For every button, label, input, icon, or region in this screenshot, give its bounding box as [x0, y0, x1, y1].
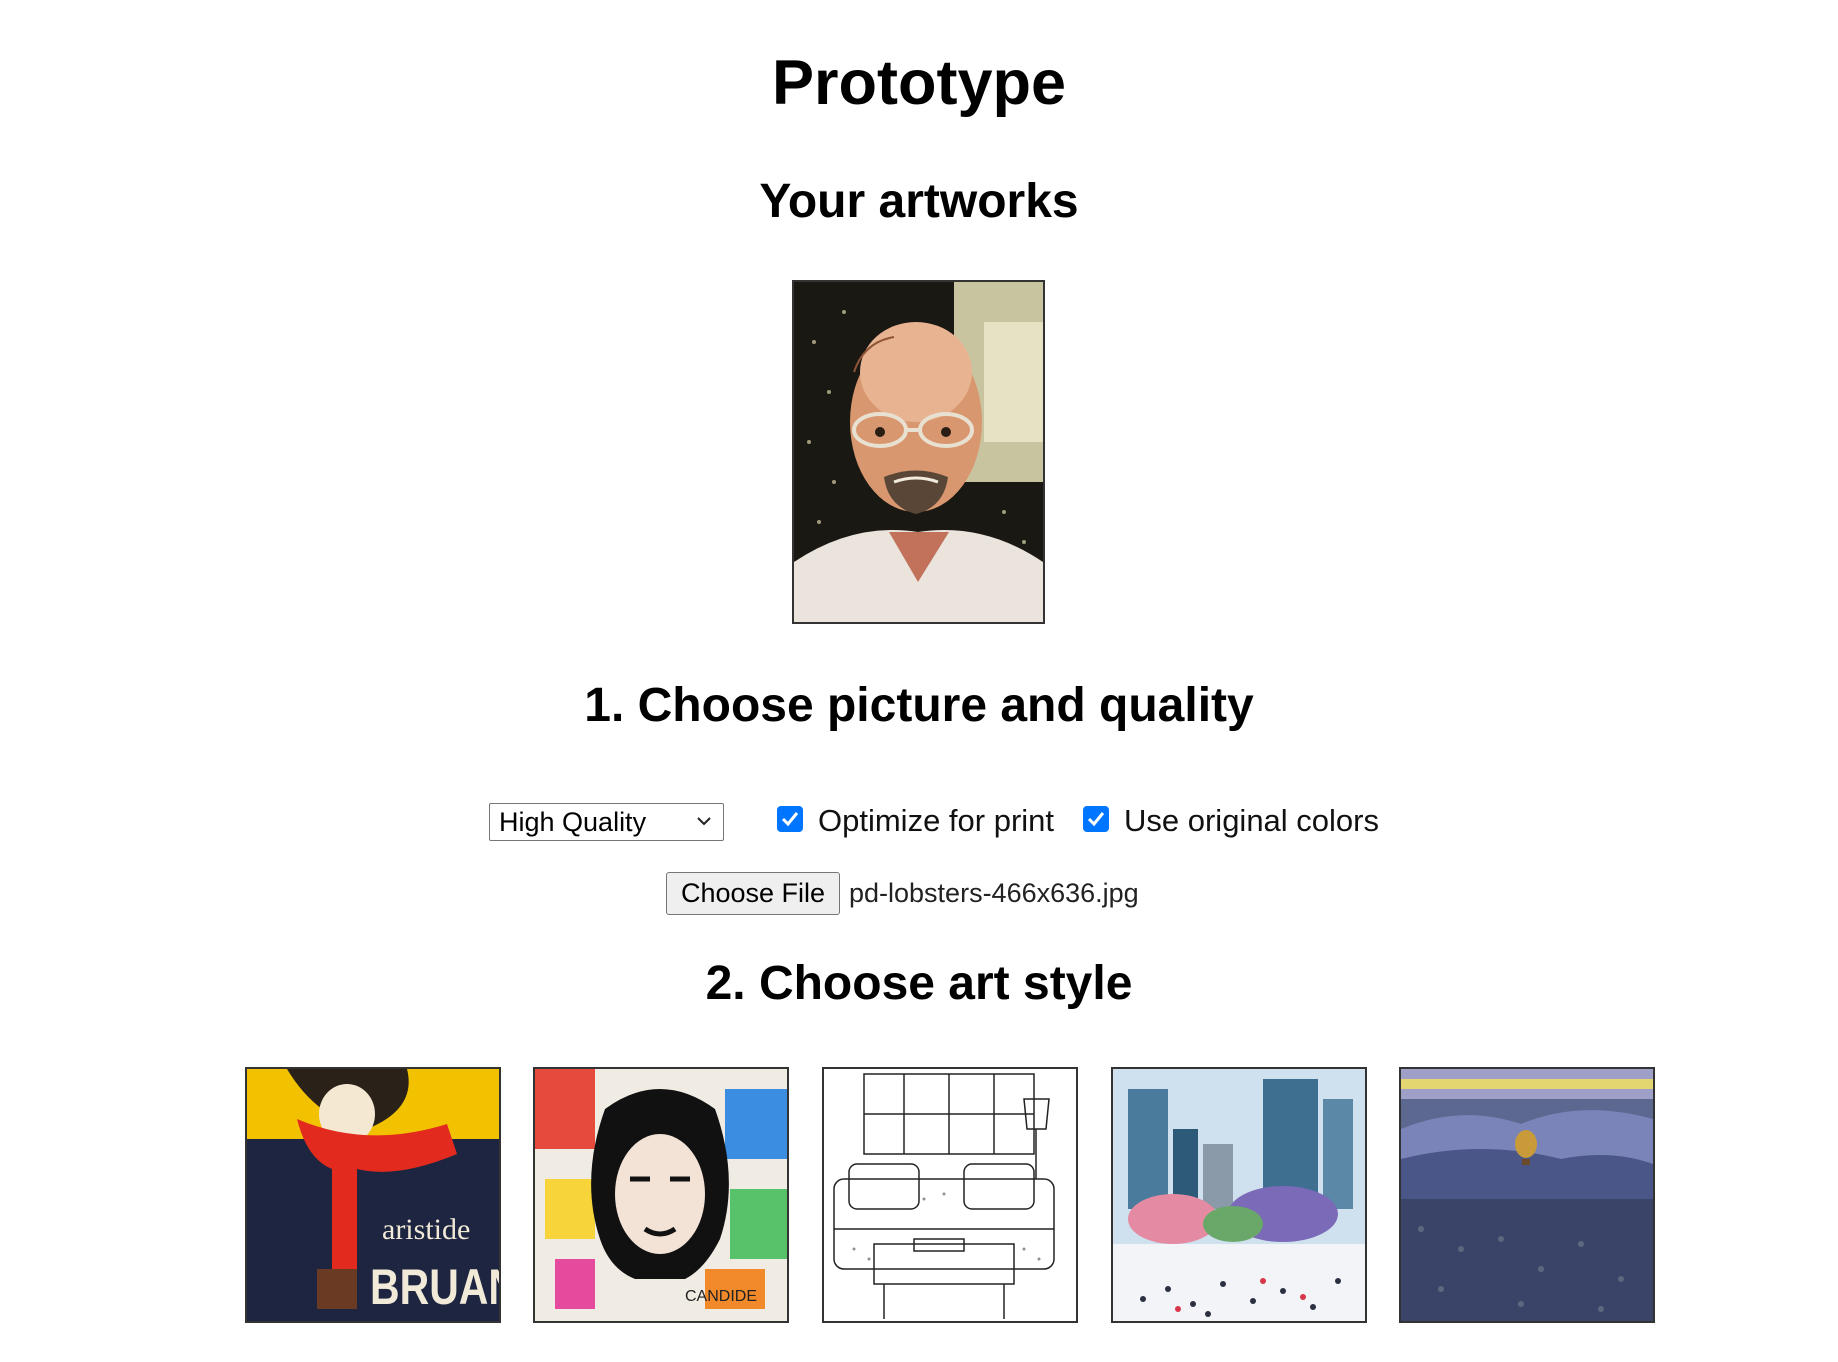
checkmark-icon: [781, 812, 799, 827]
poster-style-image: aristide BRUANT: [247, 1069, 499, 1321]
optimize-print-label: Optimize for print: [818, 803, 1055, 838]
style-thumb-poster[interactable]: aristide BRUANT: [245, 1067, 501, 1323]
chevron-down-icon: [697, 817, 711, 826]
file-input: Choose File pd-lobsters-466x636.jpg: [0, 872, 1838, 916]
art-style-gallery: aristide BRUANT CANDIDE: [0, 1067, 1838, 1323]
quality-select-value: High Quality: [499, 807, 647, 837]
pop-art-text: CANDIDE: [685, 1288, 757, 1305]
landscape-style-image: [1401, 1069, 1653, 1321]
step2-heading: 2. Choose art style: [705, 957, 1133, 1010]
poster-text-1: aristide: [382, 1213, 470, 1246]
poster-text-2: BRUANT: [370, 1259, 499, 1315]
step1-heading: 1. Choose picture and quality: [584, 679, 1254, 732]
page: Prototype Your artworks 1. Choose pictur…: [0, 0, 1838, 1362]
artworks-heading: Your artworks: [759, 175, 1079, 228]
style-thumb-pop-art[interactable]: CANDIDE: [533, 1067, 789, 1323]
page-title: Prototype: [771, 48, 1067, 118]
impressionist-city-style-image: [1113, 1069, 1365, 1321]
original-colors-label: Use original colors: [1124, 803, 1379, 838]
artwork-thumbnail[interactable]: [792, 280, 1045, 624]
style-thumb-line-drawing[interactable]: [822, 1067, 1078, 1323]
pop-art-style-image: CANDIDE: [535, 1069, 787, 1321]
choose-file-button[interactable]: Choose File: [666, 872, 840, 915]
selected-file-name: pd-lobsters-466x636.jpg: [849, 878, 1139, 908]
quality-select[interactable]: High Quality: [489, 803, 724, 841]
optimize-print-checkbox[interactable]: [777, 806, 803, 832]
portrait-artwork-image: [794, 282, 1043, 622]
quality-controls: High Quality Optimize for print Use orig…: [0, 803, 1838, 843]
line-drawing-style-image: [824, 1069, 1076, 1321]
style-thumb-city[interactable]: [1111, 1067, 1367, 1323]
original-colors-checkbox[interactable]: [1083, 806, 1109, 832]
checkmark-icon: [1087, 812, 1105, 827]
style-thumb-landscape[interactable]: [1399, 1067, 1655, 1323]
